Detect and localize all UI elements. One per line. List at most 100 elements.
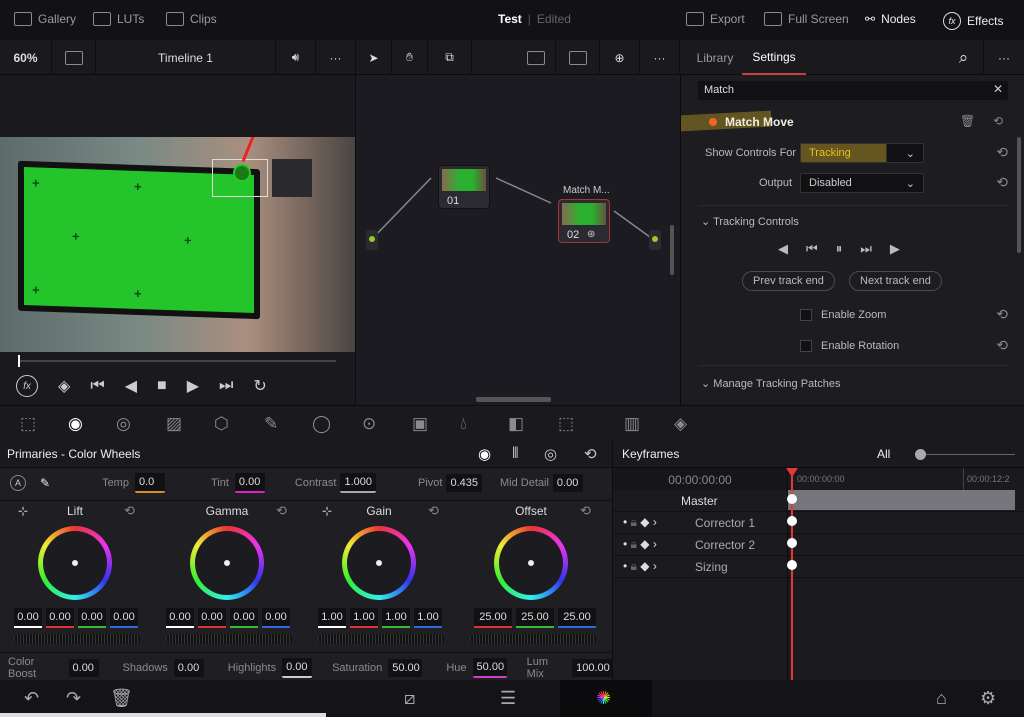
settings-gear-icon[interactable]: ⚙: [980, 688, 996, 709]
node-connect-tool[interactable]: ⧉: [428, 40, 472, 75]
pause-icon[interactable]: ⏸: [836, 241, 843, 257]
keyframe-marker[interactable]: [787, 538, 797, 548]
loop-icon[interactable]: ↻: [253, 376, 266, 396]
track-step-back-icon[interactable]: ⏮: [806, 241, 818, 257]
skip-end-icon[interactable]: ⏭: [219, 377, 233, 395]
nodes-more-button[interactable]: ···: [640, 40, 680, 75]
lock-icon[interactable]: 🔒︎: [631, 559, 637, 573]
master-wheel-jog[interactable]: [470, 634, 596, 644]
hue-field[interactable]: 50.00: [472, 658, 507, 678]
export-button[interactable]: Export: [686, 12, 745, 26]
timeline-dropdown[interactable]: Timeline 1: [96, 40, 276, 75]
effect-enabled-dot[interactable]: [709, 118, 717, 126]
saturation-field[interactable]: 50.00: [388, 659, 423, 677]
shadows-field[interactable]: 0.00: [173, 659, 204, 677]
wheel-picker-icon[interactable]: ⊹: [322, 504, 332, 518]
layers-icon[interactable]: ◈: [58, 376, 70, 396]
wheel-value-field[interactable]: 1.00: [318, 608, 346, 628]
tab-settings[interactable]: Settings: [742, 40, 806, 75]
scopes-icon[interactable]: ▥: [624, 414, 640, 434]
color-warper-icon[interactable]: ⬡: [214, 414, 229, 434]
reset-icon[interactable]: ⟲: [276, 503, 287, 519]
wheel-value-field[interactable]: 0.00: [78, 608, 106, 628]
search-button[interactable]: ⌕: [944, 40, 984, 75]
node-01[interactable]: 01: [438, 165, 490, 209]
show-controls-dropdown[interactable]: Tracking ⌄: [800, 143, 924, 163]
keyframe-row-master[interactable]: Master: [613, 490, 1024, 512]
sizing-icon[interactable]: ⬚: [558, 414, 574, 434]
cut-page-icon[interactable]: ⧄: [404, 688, 415, 709]
wheel-value-field[interactable]: 0.00: [166, 608, 194, 628]
lum-mix-field[interactable]: 100.00: [572, 659, 612, 677]
nodes-button[interactable]: ⚯ Nodes: [865, 12, 916, 26]
add-node-button[interactable]: ⊕: [600, 40, 640, 75]
edit-page-icon[interactable]: ☰: [500, 688, 516, 709]
vertical-scrollbar[interactable]: [670, 225, 674, 275]
enable-zoom-checkbox[interactable]: [800, 309, 812, 321]
audio-button[interactable]: 🔊︎: [276, 40, 316, 75]
time-ruler[interactable]: 00:00:00:00 00:00:12:2: [787, 468, 1024, 490]
wheel-center-handle[interactable]: [528, 560, 534, 566]
gamma-wheel[interactable]: [190, 526, 264, 600]
color-boost-field[interactable]: 0.00: [68, 659, 99, 677]
effects-library-icon[interactable]: ◈: [674, 414, 687, 434]
highlights-field[interactable]: 0.00: [282, 658, 313, 678]
wheel-center-handle[interactable]: [224, 560, 230, 566]
pointer-tool[interactable]: ➤: [356, 40, 392, 75]
reset-icon[interactable]: ⟲: [124, 503, 135, 519]
keyframe-diamond-icon[interactable]: ◆: [640, 559, 649, 573]
keyframe-row[interactable]: • 🔒︎ ◆ › Corrector 1: [613, 512, 1024, 534]
wheel-center-handle[interactable]: [72, 560, 78, 566]
gallery-button[interactable]: Gallery: [14, 12, 76, 26]
settings-scrollbar[interactable]: [1017, 137, 1021, 253]
auto-balance-icon[interactable]: A: [10, 475, 26, 491]
stop-icon[interactable]: ■: [157, 377, 167, 395]
chevron-right-icon[interactable]: ›: [653, 515, 657, 529]
color-wheels-icon[interactable]: ◉: [68, 414, 83, 434]
redo-icon[interactable]: ↷: [66, 688, 81, 709]
hdr-icon[interactable]: ◎: [116, 414, 131, 434]
reverse-play-icon[interactable]: ◀: [125, 376, 137, 396]
trash-icon[interactable]: 🗑︎: [110, 688, 133, 709]
node-02[interactable]: 02 ⊛: [558, 199, 610, 243]
track-forward-icon[interactable]: ▶: [890, 241, 900, 257]
master-wheel-jog[interactable]: [14, 634, 140, 644]
tracking-box[interactable]: [212, 159, 268, 197]
wheels-mode-icon[interactable]: ◉: [478, 445, 491, 463]
keyframe-diamond-icon[interactable]: ◆: [640, 537, 649, 551]
chevron-right-icon[interactable]: ›: [653, 537, 657, 551]
effects-button[interactable]: fx Effects: [943, 12, 1003, 30]
source-input[interactable]: [366, 230, 378, 250]
picker-icon[interactable]: ✎: [40, 476, 50, 490]
reset-icon[interactable]: ⟲: [996, 174, 1008, 191]
next-track-end-button[interactable]: Next track end: [849, 271, 942, 291]
fullscreen-button[interactable]: Full Screen: [764, 12, 849, 26]
wheel-value-field[interactable]: 25.00: [516, 608, 554, 628]
wheel-picker-icon[interactable]: ⊹: [18, 504, 28, 518]
manage-patches-section[interactable]: ⌄ Manage Tracking Patches: [701, 377, 840, 390]
horizontal-scrollbar[interactable]: [476, 397, 551, 402]
settings-more-button[interactable]: ···: [984, 40, 1024, 75]
fx-icon[interactable]: fx: [16, 375, 38, 397]
output-node[interactable]: [649, 230, 661, 250]
clear-search-icon[interactable]: ✕: [993, 82, 1003, 96]
wheel-value-field[interactable]: 0.00: [262, 608, 290, 628]
master-wheel-jog[interactable]: [166, 634, 292, 644]
viewer-layout-button[interactable]: [52, 40, 96, 75]
track-reverse-icon[interactable]: ◀: [778, 241, 788, 257]
keyframe-marker[interactable]: [787, 494, 797, 504]
camera-raw-icon[interactable]: ⬚: [20, 414, 36, 434]
home-icon[interactable]: ⌂: [936, 688, 947, 709]
wheel-center-handle[interactable]: [376, 560, 382, 566]
pivot-field[interactable]: 0.435: [446, 474, 483, 492]
blur-icon[interactable]: 💧︎: [460, 414, 467, 434]
scrubber[interactable]: [18, 355, 336, 367]
skip-start-icon[interactable]: ⏮: [90, 377, 104, 395]
image-button[interactable]: [516, 40, 556, 75]
gain-wheel[interactable]: [342, 526, 416, 600]
tint-field[interactable]: 0.00: [234, 473, 265, 493]
play-icon[interactable]: ▶: [187, 376, 199, 396]
clips-button[interactable]: Clips: [166, 12, 217, 26]
key-icon[interactable]: ◧: [508, 414, 524, 434]
bars-mode-icon[interactable]: ⦀: [512, 445, 519, 462]
